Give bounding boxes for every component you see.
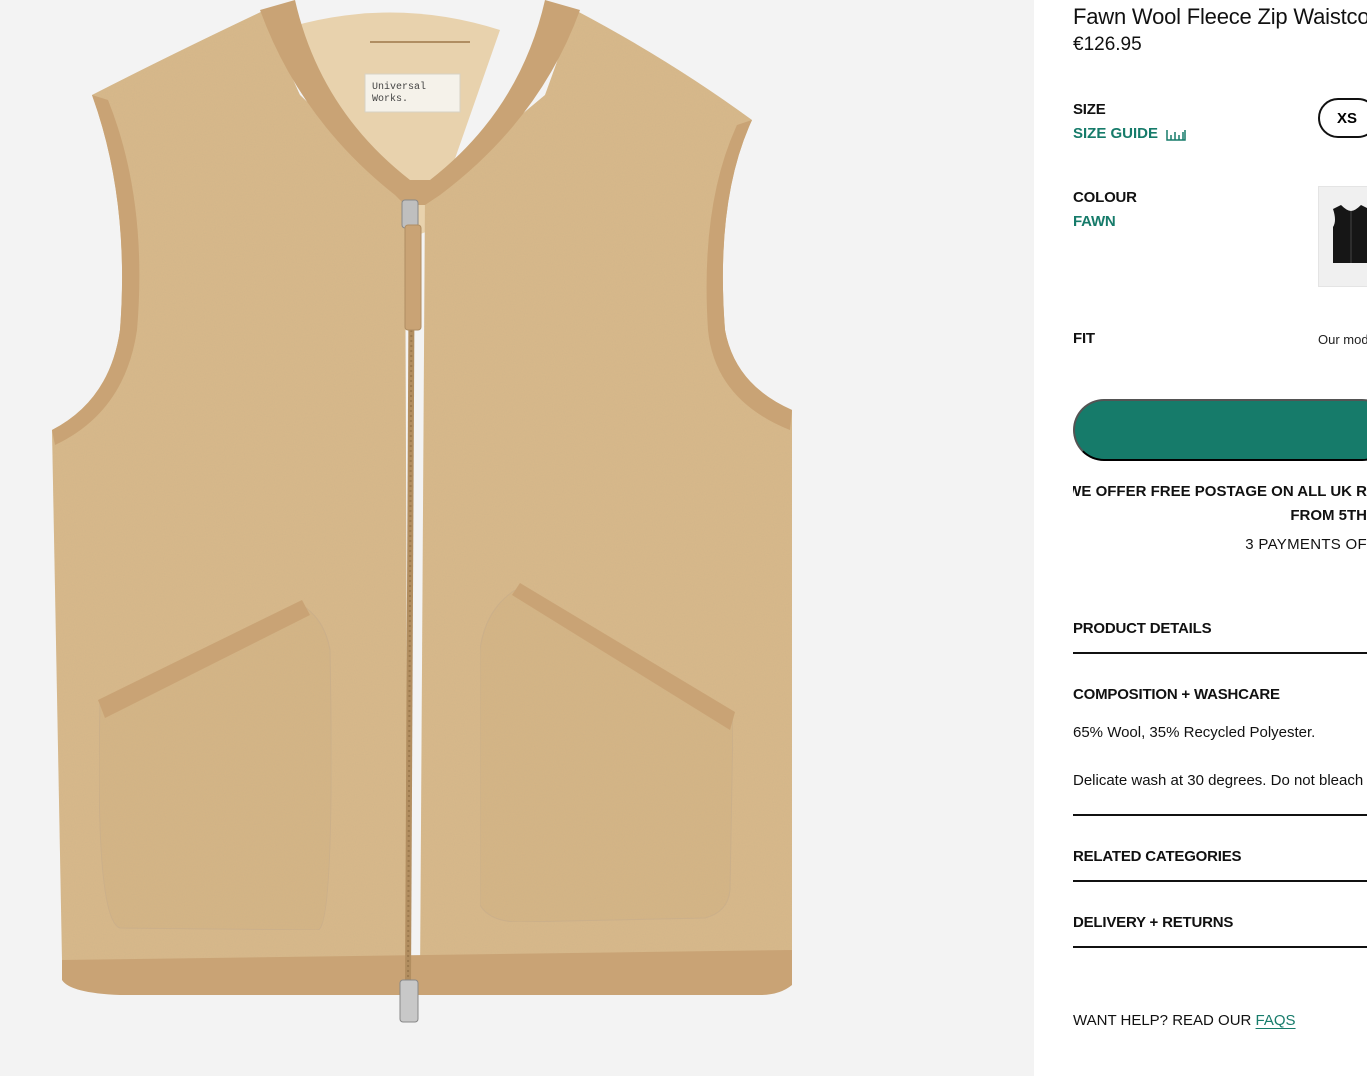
size-option-xs[interactable]: XS bbox=[1318, 98, 1367, 138]
colour-value: FAWN bbox=[1073, 213, 1116, 230]
svg-text:Works.: Works. bbox=[372, 93, 408, 105]
washcare-text: Delicate wash at 30 degrees. Do not blea… bbox=[1073, 772, 1364, 789]
faqs-link[interactable]: FAQS bbox=[1256, 1012, 1296, 1029]
free-postage-notice: WE OFFER FREE POSTAGE ON ALL UK R FROM 5… bbox=[1073, 480, 1367, 528]
help-prefix: WANT HELP? READ OUR bbox=[1073, 1012, 1256, 1029]
related-categories-toggle[interactable]: RELATED CATEGORIES bbox=[1073, 848, 1242, 865]
postage-line-2: FROM 5TH bbox=[1290, 507, 1367, 524]
black-waistcoat-thumbnail-icon bbox=[1333, 205, 1367, 263]
product-price: €126.95 bbox=[1073, 34, 1142, 55]
size-label: SIZE bbox=[1073, 101, 1106, 118]
divider bbox=[1073, 814, 1367, 816]
divider bbox=[1073, 946, 1367, 948]
payments-info: 3 PAYMENTS OF bbox=[1245, 536, 1367, 553]
help-text: WANT HELP? READ OUR FAQS bbox=[1073, 1012, 1296, 1029]
product-info-panel: Fawn Wool Fleece Zip Waistcoat €126.95 S… bbox=[1073, 0, 1367, 1076]
colour-label: COLOUR bbox=[1073, 189, 1137, 206]
delivery-returns-toggle[interactable]: DELIVERY + RETURNS bbox=[1073, 914, 1233, 931]
postage-line-1: WE OFFER FREE POSTAGE ON ALL UK R bbox=[1073, 483, 1367, 500]
size-guide-label: SIZE GUIDE bbox=[1073, 125, 1159, 142]
composition-toggle[interactable]: COMPOSITION + WASHCARE bbox=[1073, 686, 1280, 703]
divider bbox=[1073, 652, 1367, 654]
product-details-toggle[interactable]: PRODUCT DETAILS bbox=[1073, 620, 1212, 637]
waistcoat-illustration: Universal Works. bbox=[52, 0, 792, 1023]
svg-text:Universal: Universal bbox=[372, 81, 426, 93]
add-to-bag-button[interactable] bbox=[1073, 399, 1367, 461]
ruler-icon bbox=[1166, 128, 1186, 141]
fit-label: FIT bbox=[1073, 330, 1095, 347]
composition-text: 65% Wool, 35% Recycled Polyester. bbox=[1073, 724, 1316, 741]
product-title: Fawn Wool Fleece Zip Waistcoat bbox=[1073, 4, 1367, 29]
divider bbox=[1073, 880, 1367, 882]
product-image[interactable]: Universal Works. bbox=[0, 0, 1034, 1076]
colour-swatch-black[interactable] bbox=[1318, 186, 1367, 287]
size-guide-link[interactable]: SIZE GUIDE bbox=[1073, 125, 1186, 142]
fit-note: Our model is bbox=[1318, 332, 1367, 347]
